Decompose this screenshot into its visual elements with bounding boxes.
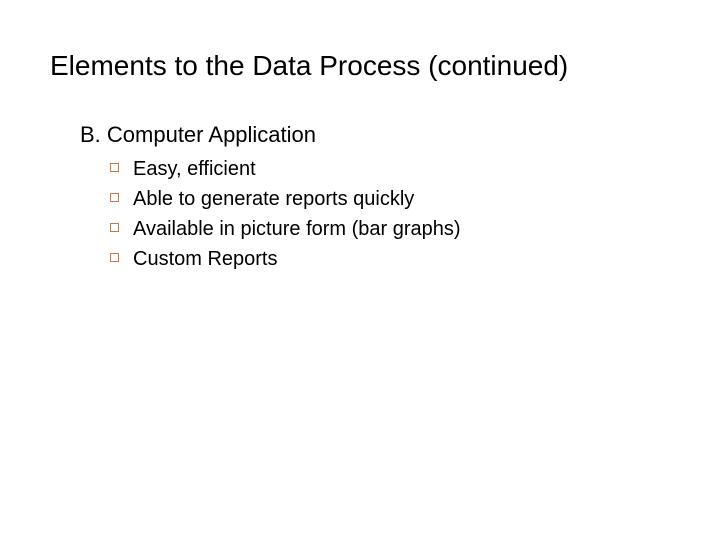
bullet-text: Available in picture form (bar graphs): [133, 216, 461, 242]
bullet-list: Easy, efficient Able to generate reports…: [110, 156, 670, 272]
slide-title: Elements to the Data Process (continued): [50, 50, 670, 82]
bullet-text: Able to generate reports quickly: [133, 186, 414, 212]
list-item: Custom Reports: [110, 246, 670, 272]
list-item: Able to generate reports quickly: [110, 186, 670, 212]
square-bullet-icon: [110, 253, 119, 262]
list-item: Easy, efficient: [110, 156, 670, 182]
bullet-text: Custom Reports: [133, 246, 278, 272]
square-bullet-icon: [110, 163, 119, 172]
square-bullet-icon: [110, 223, 119, 232]
section-heading: B. Computer Application: [80, 122, 670, 148]
list-item: Available in picture form (bar graphs): [110, 216, 670, 242]
square-bullet-icon: [110, 193, 119, 202]
bullet-text: Easy, efficient: [133, 156, 256, 182]
